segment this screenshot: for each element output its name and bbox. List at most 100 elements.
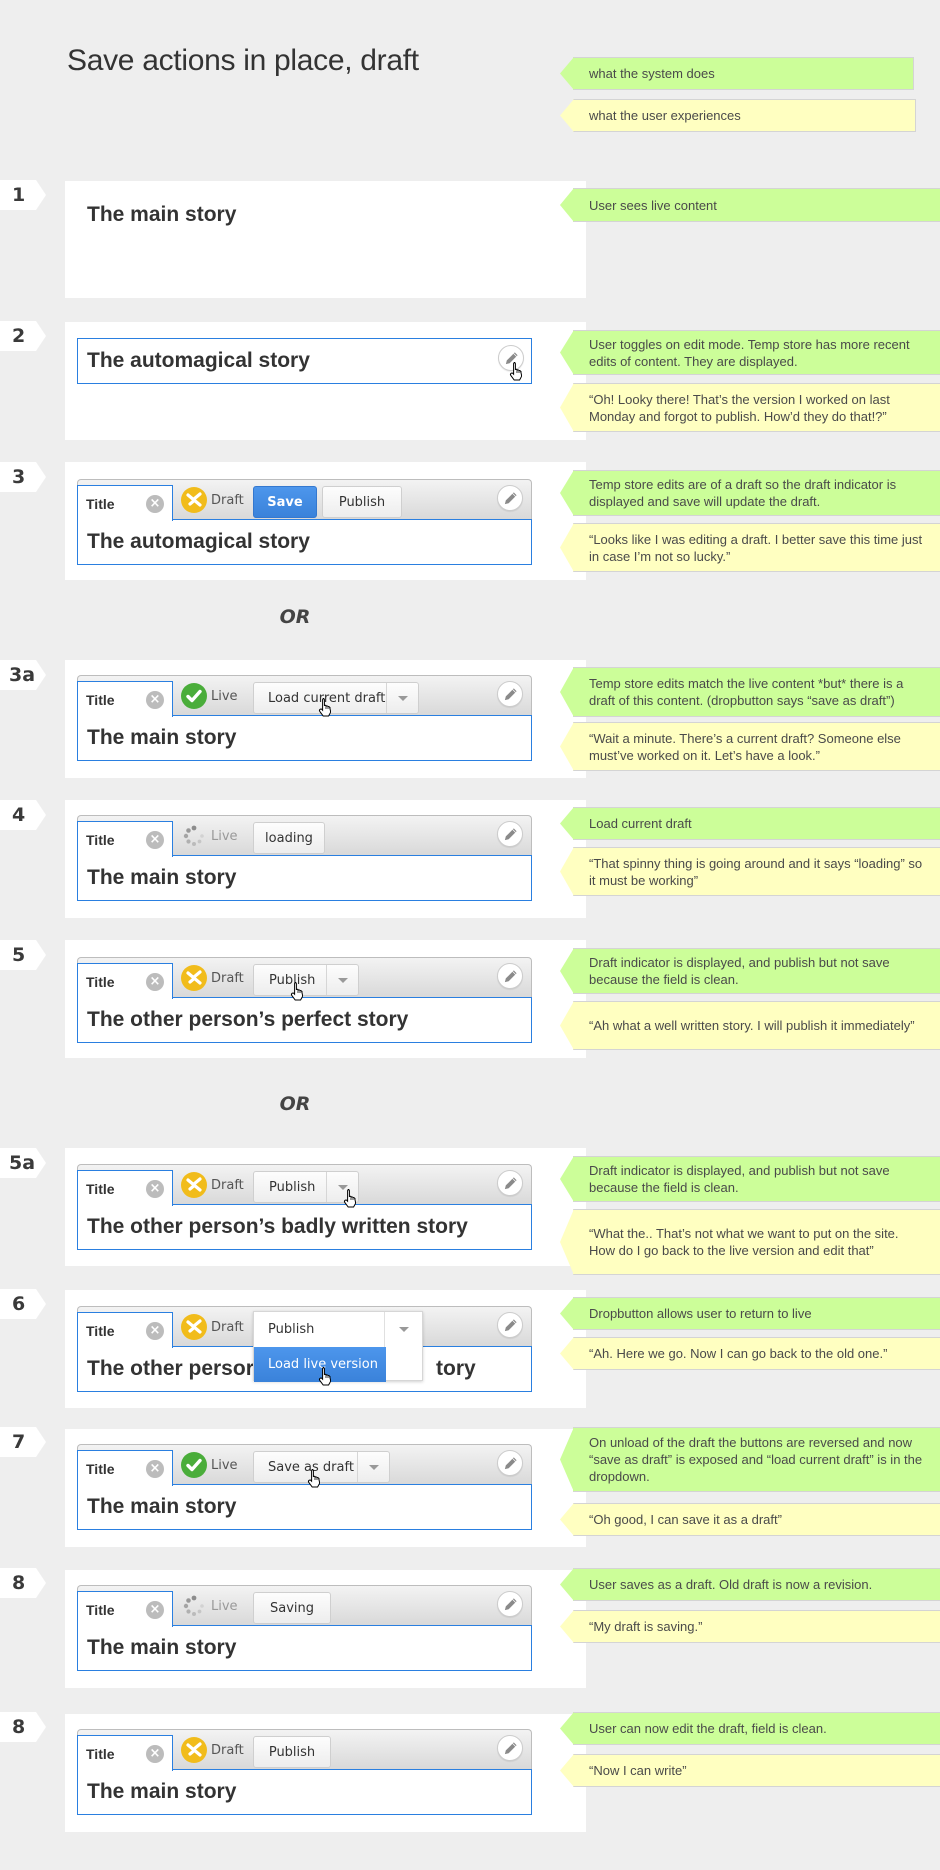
step-number: 8 [0,1712,46,1742]
pencil-icon[interactable] [497,485,523,511]
close-icon[interactable]: × [146,1322,164,1340]
hand-cursor-icon [318,1366,334,1386]
pencil-icon[interactable] [497,1735,523,1761]
user-note: “Ah what a well written story. I will pu… [573,1001,940,1050]
close-icon[interactable]: × [146,1460,164,1478]
step-number: 7 [0,1427,46,1457]
editable-field[interactable]: The main story [77,715,532,761]
title-tab[interactable]: Title × [77,1170,173,1206]
story-card: The automagical story [65,322,586,440]
close-icon[interactable]: × [146,1601,164,1619]
title-tab[interactable]: Title × [77,1312,173,1348]
dropdown-toggle[interactable] [386,683,418,713]
title-tab[interactable]: Title × [77,963,173,999]
title-tab[interactable]: Title × [77,1450,173,1486]
pencil-icon[interactable] [497,821,523,847]
status-label: Draft [211,1177,244,1193]
pencil-icon[interactable] [497,963,523,989]
editable-field[interactable]: The main story [77,1625,532,1671]
story-title: The other person’s badly written story [87,1215,468,1238]
publish-button[interactable]: Publish [253,1736,331,1768]
publish-option[interactable]: Publish [254,1312,386,1347]
dropbutton[interactable]: Publish [253,964,359,996]
title-tab[interactable]: Title × [77,1735,173,1771]
page-title: Save actions in place, draft [67,44,419,77]
status-label: Draft [211,1742,244,1758]
pencil-icon[interactable] [497,1450,523,1476]
story-card: Title × Draft Publish The main story [65,1714,586,1832]
editable-field[interactable]: The main story [77,1769,532,1815]
title-tab-label: Title [86,496,115,512]
title-tab[interactable]: Title × [77,485,173,521]
save-button[interactable]: Save [253,486,317,518]
close-icon[interactable]: × [146,973,164,991]
close-icon[interactable]: × [146,1745,164,1763]
inline-editor: Title × Draft Publish The other person’s… [77,957,532,1047]
pencil-icon[interactable] [497,1591,523,1617]
dropdown-toggle[interactable] [326,965,358,995]
hand-cursor-icon [318,697,334,717]
check-icon [181,683,207,709]
step-number: 5 [0,940,46,970]
pencil-icon[interactable] [497,1312,523,1338]
title-tab-label: Title [86,1461,115,1477]
title-tab-label: Title [86,1323,115,1339]
step-number: 3a [0,660,46,690]
story-title: The automagical story [87,530,310,553]
editable-field[interactable]: The main story [77,1484,532,1530]
story-title: The main story [87,866,237,889]
dropdown-toggle[interactable] [357,1452,389,1482]
status-label: Live [211,688,238,704]
editable-field[interactable]: The other person’s perfect story [77,997,532,1043]
step-number: 5a [0,1148,46,1178]
story-card: The main story [65,181,586,298]
user-note: “Oh! Looky there! That’s the version I w… [573,383,940,432]
chevron-down-icon [398,1327,409,1332]
draft-icon [181,965,207,991]
story-title: The automagical story [87,349,310,372]
status-indicator: Draft [181,1737,244,1763]
story-card: Title × Draft Save Publish The automagic… [65,462,586,580]
inline-editor: Title × Draft Save Publish The automagic… [77,479,532,569]
hand-cursor-icon [509,361,525,381]
editable-field[interactable]: The main story [77,855,532,901]
title-tab-label: Title [86,974,115,990]
or-divider: OR [279,1093,311,1115]
editable-field[interactable]: The other person’s badly written story [77,1204,532,1250]
title-tab-label: Title [86,1181,115,1197]
saving-button: Saving [253,1592,331,1624]
user-note: “Ah. Here we go. Now I can go back to th… [573,1337,940,1370]
editable-field[interactable]: The automagical story [77,519,532,565]
story-card: Title × Draft The other persor tory Publ… [65,1290,586,1408]
system-note: User sees live content [573,188,940,222]
dropdown-toggle[interactable] [384,1312,422,1382]
close-icon[interactable]: × [146,495,164,513]
status-label: Draft [211,970,244,986]
close-icon[interactable]: × [146,831,164,849]
user-note: “Now I can write” [573,1754,940,1787]
system-note: Temp store edits match the live content … [573,667,940,717]
inline-editor: Title × Draft The other persor tory Publ… [77,1306,532,1396]
title-tab[interactable]: Title × [77,681,173,717]
publish-button[interactable]: Publish [322,486,402,518]
system-note: User can now edit the draft, field is cl… [573,1712,940,1745]
pencil-icon[interactable] [497,1170,523,1196]
publish-button[interactable]: Publish [269,1180,315,1195]
dropbutton[interactable]: Load current draft [253,682,419,714]
title-tab[interactable]: Title × [77,821,173,857]
story-title: The main story [87,1636,237,1659]
system-note: Load current draft [573,807,940,840]
status-indicator: Live [181,1452,238,1478]
story-card: Title × Live Load current draft The main… [65,660,586,778]
close-icon[interactable]: × [146,691,164,709]
inline-editor: Title × Live Load current draft The main… [77,675,532,765]
status-label: Live [211,828,238,844]
pencil-icon[interactable] [497,681,523,707]
step-number: 6 [0,1289,46,1319]
title-tab[interactable]: Title × [77,1591,173,1627]
system-note: Temp store edits are of a draft so the d… [573,470,940,516]
draft-icon [181,487,207,513]
title-tab-label: Title [86,832,115,848]
editable-field[interactable]: The automagical story [77,338,532,384]
close-icon[interactable]: × [146,1180,164,1198]
